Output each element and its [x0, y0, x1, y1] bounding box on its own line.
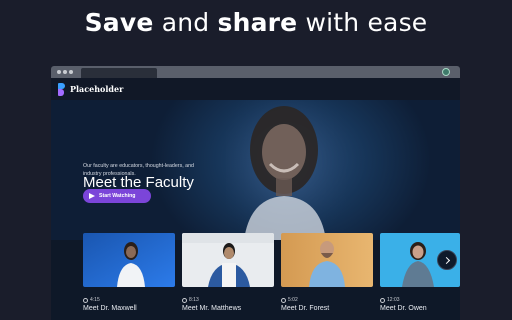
window-maximize-dot[interactable]: [69, 70, 73, 74]
video-duration: 5:02: [288, 297, 298, 303]
headline-word-save: Save: [84, 8, 154, 37]
clock-icon: [83, 297, 88, 303]
video-title[interactable]: Meet Mr. Matthews: [182, 305, 274, 312]
video-card-owen[interactable]: 12:03 Meet Dr. Owen: [380, 233, 460, 312]
video-card-maxwell[interactable]: 4:15 Meet Dr. Maxwell: [83, 233, 175, 312]
video-card-forest[interactable]: 5:02 Meet Dr. Forest: [281, 233, 373, 312]
start-watching-label: Start Watching: [99, 193, 136, 199]
video-duration: 4:15: [90, 297, 100, 303]
browser-tab[interactable]: [81, 68, 157, 78]
carousel-next-button[interactable]: [437, 250, 457, 270]
hero-description: Our faculty are educators, thought-leade…: [83, 163, 195, 177]
marketing-headline: Save and share with ease: [0, 8, 512, 37]
start-watching-button[interactable]: Start Watching: [83, 189, 151, 203]
window-close-dot[interactable]: [57, 70, 61, 74]
headline-word-share: share: [217, 8, 298, 37]
app-header: Placeholder: [51, 78, 460, 100]
chevron-right-icon: [442, 256, 450, 264]
video-thumbnail[interactable]: [281, 233, 373, 287]
video-card-matthews[interactable]: 8:13 Meet Mr. Matthews: [182, 233, 274, 312]
window-minimize-dot[interactable]: [63, 70, 67, 74]
video-duration: 12:03: [387, 297, 400, 303]
video-thumbnail[interactable]: [182, 233, 274, 287]
brand-logo-icon[interactable]: [58, 82, 67, 96]
video-title[interactable]: Meet Dr. Maxwell: [83, 305, 175, 312]
video-title[interactable]: Meet Dr. Forest: [281, 305, 373, 312]
hero-portrait-image: [226, 100, 346, 240]
browser-chrome: [51, 66, 460, 78]
video-thumbnail[interactable]: [83, 233, 175, 287]
headline-word-ease: with ease: [305, 8, 428, 37]
headline-word-and: and: [161, 8, 210, 37]
video-duration: 8:13: [189, 297, 199, 303]
video-title[interactable]: Meet Dr. Owen: [380, 305, 460, 312]
clock-icon: [281, 297, 286, 303]
clock-icon: [182, 297, 187, 303]
play-icon: [89, 193, 95, 199]
extension-icon[interactable]: [442, 68, 450, 76]
brand-name[interactable]: Placeholder: [70, 84, 123, 94]
clock-icon: [380, 297, 385, 303]
